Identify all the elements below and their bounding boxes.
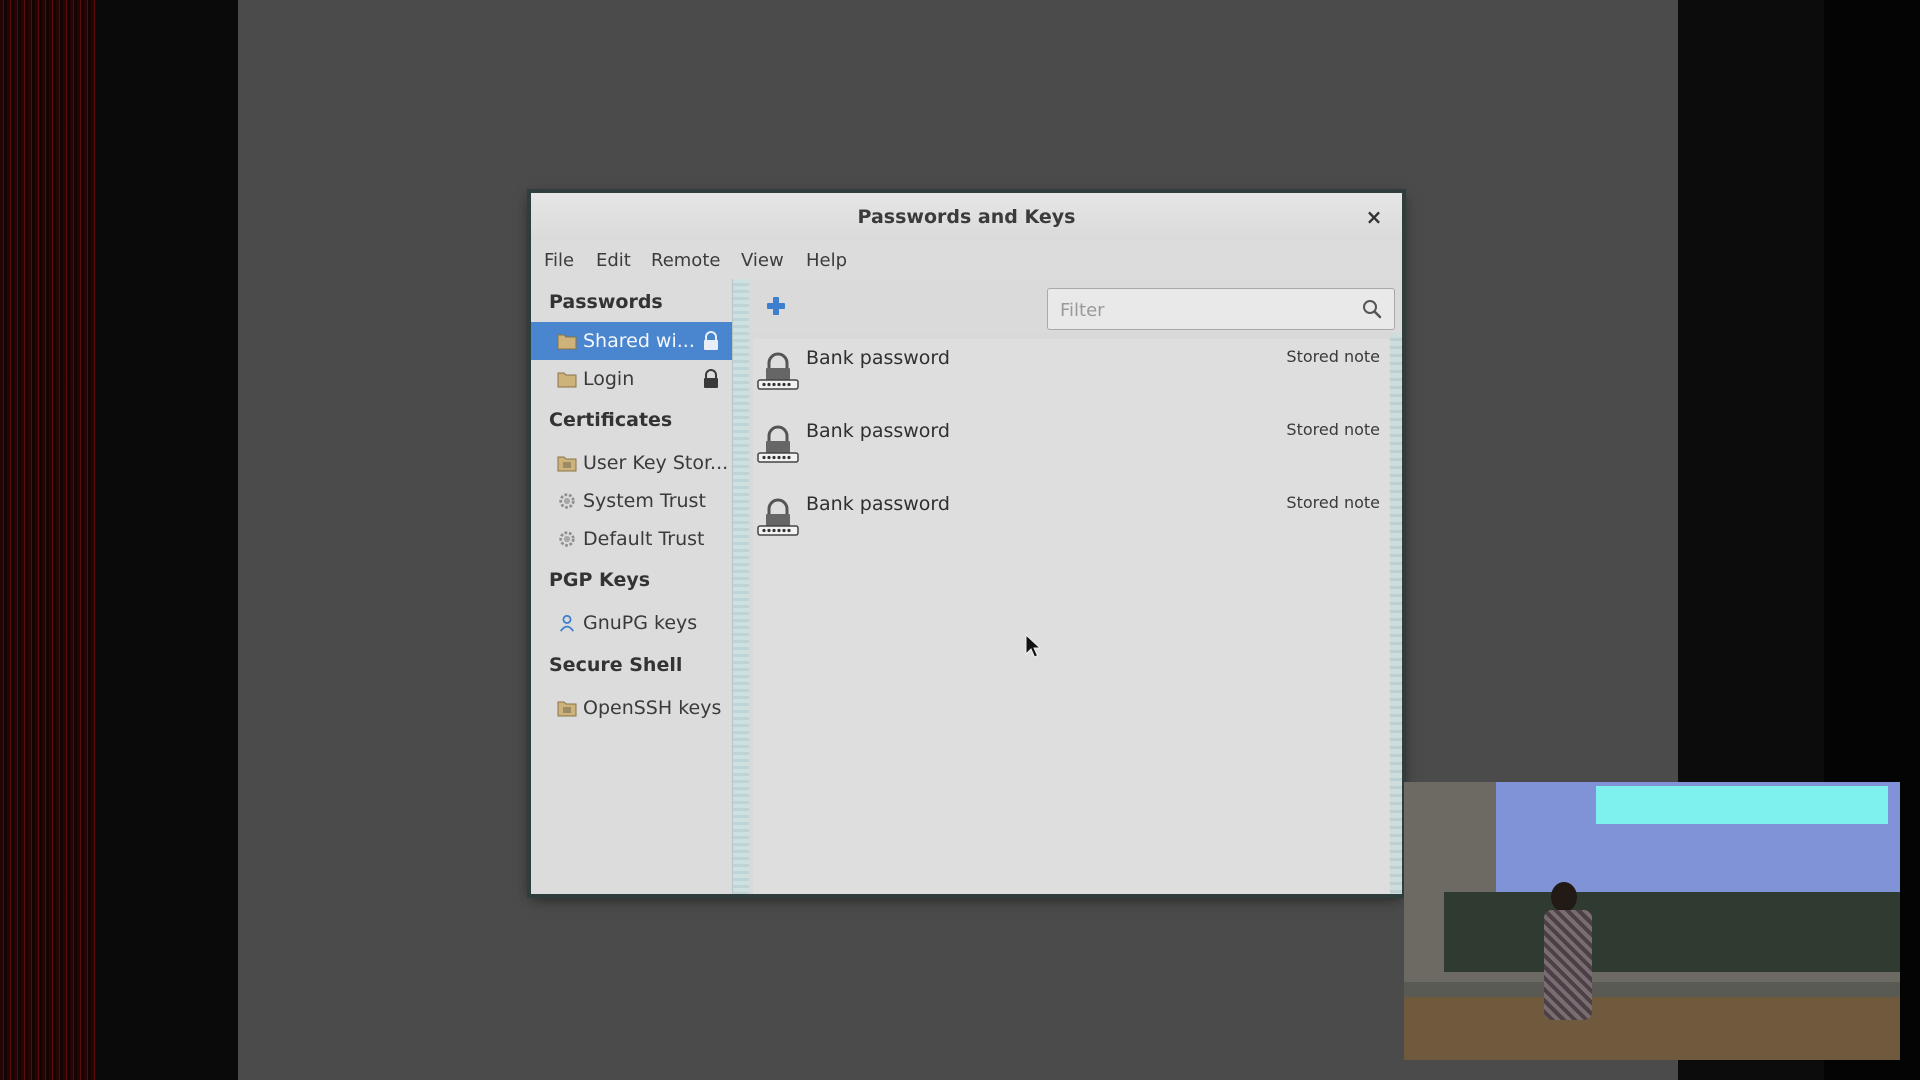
sidebar-item-shared-keyring[interactable]: Shared wi... (531, 322, 732, 360)
item-list: Bank password Stored note Bank password … (753, 339, 1390, 894)
sidebar-item-label: System Trust (583, 490, 706, 512)
toolbar (749, 279, 1402, 333)
menu-help[interactable]: Help (806, 241, 847, 279)
projected-highlight (1596, 786, 1888, 824)
lecture-desk (1404, 997, 1900, 1060)
sidebar-item-default-trust[interactable]: Default Trust (531, 520, 732, 558)
filter-box (1047, 288, 1395, 331)
passwords-and-keys-window: Passwords and Keys × File Edit Remote Vi… (531, 193, 1402, 894)
close-button[interactable]: × (1360, 203, 1388, 231)
item-type: Stored note (1286, 347, 1380, 366)
side-noise-strip (0, 0, 95, 1080)
item-type: Stored note (1286, 420, 1380, 439)
folder-icon (557, 334, 577, 350)
section-header-passwords: Passwords (549, 291, 663, 313)
plus-icon[interactable] (765, 295, 787, 317)
presenter-head (1551, 882, 1577, 912)
item-name: Bank password (806, 420, 950, 442)
list-item[interactable]: Bank password Stored note (753, 412, 1390, 485)
lock-icon[interactable] (702, 331, 720, 351)
section-header-certificates: Certificates (549, 409, 673, 431)
folder-icon (557, 701, 577, 717)
section-header-secure-shell: Secure Shell (549, 654, 683, 676)
item-name: Bank password (806, 347, 950, 369)
menu-bar: File Edit Remote View Help (531, 241, 1402, 279)
menu-remote[interactable]: Remote (651, 241, 720, 279)
webcam-inset (1404, 782, 1900, 1060)
menu-edit[interactable]: Edit (596, 241, 631, 279)
filter-input[interactable] (1058, 289, 1352, 331)
folder-icon (557, 456, 577, 472)
mouse-pointer-icon (1025, 634, 1041, 658)
list-item[interactable]: Bank password Stored note (753, 339, 1390, 412)
gear-icon (559, 531, 575, 547)
password-lock-icon (757, 498, 799, 536)
password-lock-icon (757, 352, 799, 390)
sidebar-item-gnupg-keys[interactable]: GnuPG keys (531, 604, 732, 642)
sidebar-item-label: Login (583, 368, 635, 390)
list-scroll-edge[interactable] (1390, 333, 1402, 894)
password-lock-icon (757, 425, 799, 463)
sidebar-item-openssh-keys[interactable]: OpenSSH keys (531, 689, 732, 727)
sidebar-item-system-trust[interactable]: System Trust (531, 482, 732, 520)
menu-file[interactable]: File (544, 241, 574, 279)
sidebar-item-user-key-storage[interactable]: User Key Stor... (531, 444, 732, 482)
section-header-pgp-keys: PGP Keys (549, 569, 651, 591)
pane-splitter[interactable] (733, 279, 749, 894)
left-letterbox (95, 0, 238, 1080)
sidebar-item-label: Default Trust (583, 528, 705, 550)
sidebar-item-login[interactable]: Login (531, 360, 732, 398)
screen-recording: Passwords and Keys × File Edit Remote Vi… (0, 0, 1920, 1080)
list-item[interactable]: Bank password Stored note (753, 485, 1390, 558)
lock-icon[interactable] (702, 369, 720, 389)
title-bar[interactable]: Passwords and Keys × (531, 193, 1402, 242)
gear-icon (559, 493, 575, 509)
presenter-body (1544, 910, 1592, 1020)
keyring-sidebar: Passwords Shared wi... Login Certificate… (531, 279, 733, 894)
folder-icon (557, 372, 577, 388)
sidebar-item-label: Shared wi... (583, 330, 695, 352)
search-icon[interactable] (1362, 299, 1382, 319)
person-icon (559, 614, 575, 632)
item-name: Bank password (806, 493, 950, 515)
window-title: Passwords and Keys (857, 206, 1076, 228)
sidebar-item-label: GnuPG keys (583, 612, 698, 634)
menu-view[interactable]: View (741, 241, 784, 279)
sidebar-item-label: OpenSSH keys (583, 697, 722, 719)
item-type: Stored note (1286, 493, 1380, 512)
blackboard (1444, 892, 1900, 972)
sidebar-item-label: User Key Stor... (583, 452, 729, 474)
